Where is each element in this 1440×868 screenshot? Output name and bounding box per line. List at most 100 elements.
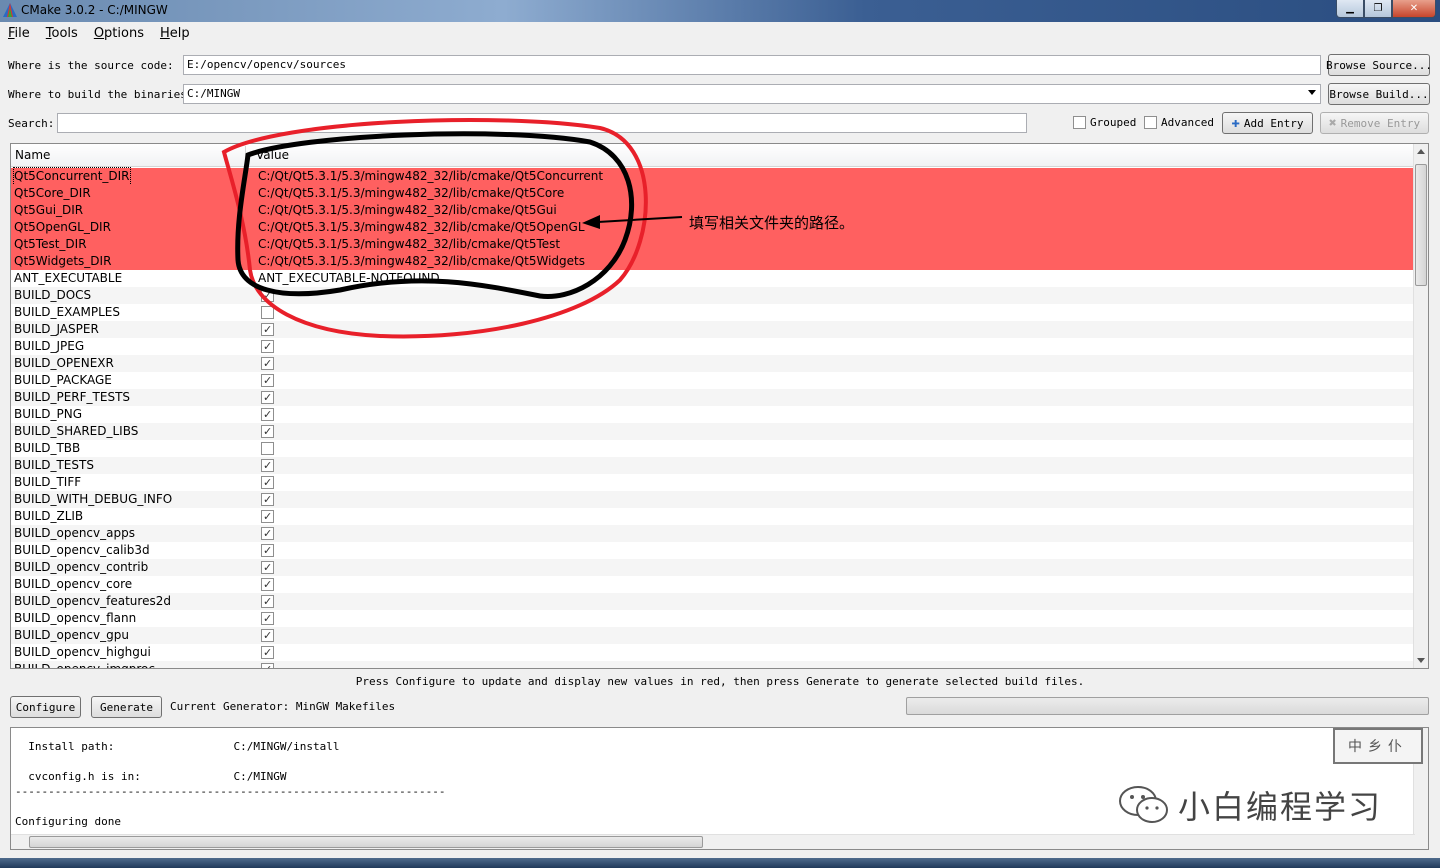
table-row[interactable]: BUILD_JPEG — [11, 338, 1415, 355]
entry-checkbox[interactable] — [261, 287, 274, 304]
table-row[interactable]: BUILD_TBB — [11, 440, 1415, 457]
maximize-button[interactable]: ❐ — [1364, 0, 1392, 18]
entry-checkbox[interactable] — [261, 610, 274, 627]
table-row[interactable]: BUILD_opencv_highgui — [11, 644, 1415, 661]
entry-value[interactable]: C:/Qt/Qt5.3.1/5.3/mingw482_32/lib/cmake/… — [258, 202, 557, 219]
scroll-up-icon[interactable] — [1417, 149, 1425, 154]
menu-file[interactable]: File — [8, 26, 30, 41]
browse-source-button[interactable]: Browse Source... — [1326, 54, 1432, 76]
entry-checkbox[interactable] — [261, 508, 274, 525]
entry-value[interactable]: C:/Qt/Qt5.3.1/5.3/mingw482_32/lib/cmake/… — [258, 185, 564, 202]
scroll-thumb[interactable] — [1415, 164, 1427, 286]
log-scroll-thumb[interactable] — [29, 836, 703, 848]
menu-help[interactable]: Help — [160, 26, 190, 41]
log-horizontal-scrollbar[interactable] — [11, 834, 1415, 849]
entry-value[interactable]: C:/Qt/Qt5.3.1/5.3/mingw482_32/lib/cmake/… — [258, 219, 585, 236]
entry-checkbox[interactable] — [261, 321, 274, 338]
table-row[interactable]: BUILD_ZLIB — [11, 508, 1415, 525]
column-divider[interactable] — [245, 146, 246, 164]
entry-name: BUILD_opencv_apps — [14, 526, 135, 540]
table-row[interactable]: Qt5Core_DIR C:/Qt/Qt5.3.1/5.3/mingw482_32… — [11, 185, 1415, 202]
entry-checkbox[interactable] — [261, 406, 274, 423]
table-row[interactable]: BUILD_PNG — [11, 406, 1415, 423]
entry-checkbox[interactable] — [261, 372, 274, 389]
progress-bar — [906, 697, 1429, 715]
advanced-check-box[interactable] — [1144, 116, 1157, 129]
column-name-header[interactable]: Name — [15, 148, 50, 162]
minimize-button[interactable]: ▁ — [1336, 0, 1364, 18]
column-value-header[interactable]: Value — [256, 148, 289, 162]
entry-checkbox[interactable] — [261, 576, 274, 593]
table-row[interactable]: Qt5Widgets_DIR C:/Qt/Qt5.3.1/5.3/mingw482… — [11, 253, 1415, 270]
grouped-check-box[interactable] — [1073, 116, 1086, 129]
entry-checkbox[interactable] — [261, 442, 274, 455]
menu-tools[interactable]: Tools — [46, 26, 78, 41]
search-input[interactable] — [57, 113, 1027, 133]
table-row[interactable]: BUILD_opencv_apps — [11, 525, 1415, 542]
entry-name: BUILD_JPEG — [14, 339, 85, 353]
table-row[interactable]: BUILD_TIFF — [11, 474, 1415, 491]
entry-value[interactable]: C:/Qt/Qt5.3.1/5.3/mingw482_32/lib/cmake/… — [258, 253, 585, 270]
close-button[interactable]: ✕ — [1392, 0, 1436, 18]
table-row[interactable]: BUILD_PACKAGE — [11, 372, 1415, 389]
table-row[interactable]: BUILD_OPENEXR — [11, 355, 1415, 372]
entry-checkbox[interactable] — [261, 338, 274, 355]
table-row[interactable]: Qt5Test_DIR C:/Qt/Qt5.3.1/5.3/mingw482_32… — [11, 236, 1415, 253]
build-path-combo[interactable]: C:/MINGW — [183, 84, 1321, 104]
grouped-label: Grouped — [1090, 116, 1137, 129]
entry-value[interactable]: ANT_EXECUTABLE-NOTFOUND — [258, 270, 440, 287]
configure-hint: Press Configure to update and display ne… — [355, 675, 1085, 688]
entry-checkbox[interactable] — [261, 423, 274, 440]
generate-button[interactable]: Generate — [91, 696, 162, 718]
table-row[interactable]: BUILD_DOCS — [11, 287, 1415, 304]
entry-value[interactable]: C:/Qt/Qt5.3.1/5.3/mingw482_32/lib/cmake/… — [258, 236, 560, 253]
table-row[interactable]: Qt5Concurrent_DIR C:/Qt/Qt5.3.1/5.3/mingw… — [11, 167, 1415, 186]
table-row[interactable]: BUILD_SHARED_LIBS — [11, 423, 1415, 440]
browse-build-button[interactable]: Browse Build... — [1328, 83, 1430, 105]
table-row[interactable]: ANT_EXECUTABLE ANT_EXECUTABLE-NOTFOUND — [11, 270, 1415, 287]
scroll-down-icon[interactable] — [1417, 658, 1425, 663]
advanced-checkbox[interactable]: Advanced — [1144, 116, 1214, 129]
entry-name: BUILD_WITH_DEBUG_INFO — [14, 492, 173, 506]
add-entry-label: Add Entry — [1243, 116, 1304, 130]
entry-checkbox[interactable] — [261, 661, 274, 668]
table-row[interactable]: BUILD_WITH_DEBUG_INFO — [11, 491, 1415, 508]
entry-checkbox[interactable] — [261, 389, 274, 406]
configure-button[interactable]: Configure — [10, 696, 81, 718]
remove-entry-button[interactable]: ✖ Remove Entry — [1320, 112, 1429, 134]
entry-checkbox[interactable] — [261, 542, 274, 559]
entry-checkbox[interactable] — [261, 593, 274, 610]
entry-name: Qt5Concurrent_DIR — [13, 167, 131, 186]
entry-checkbox[interactable] — [261, 491, 274, 508]
table-row[interactable]: BUILD_EXAMPLES — [11, 304, 1415, 321]
grouped-checkbox[interactable]: Grouped — [1073, 116, 1136, 129]
entry-checkbox[interactable] — [261, 627, 274, 644]
source-path-input[interactable]: E:/opencv/opencv/sources — [183, 55, 1321, 75]
entry-checkbox[interactable] — [261, 355, 274, 372]
dropdown-arrow-icon[interactable] — [1308, 90, 1316, 95]
entry-checkbox[interactable] — [261, 559, 274, 576]
remove-entry-label: Remove Entry — [1340, 116, 1421, 130]
entry-checkbox[interactable] — [261, 525, 274, 542]
minimize-icon: ▁ — [1346, 3, 1354, 14]
taskbar — [0, 858, 1440, 868]
table-row[interactable]: BUILD_opencv_calib3d — [11, 542, 1415, 559]
table-row[interactable]: BUILD_opencv_features2d — [11, 593, 1415, 610]
add-entry-button[interactable]: ✚ Add Entry — [1222, 112, 1313, 134]
table-row[interactable]: BUILD_opencv_contrib — [11, 559, 1415, 576]
entry-checkbox[interactable] — [261, 474, 274, 491]
table-row[interactable]: BUILD_JASPER — [11, 321, 1415, 338]
entry-checkbox[interactable] — [261, 644, 274, 661]
table-row[interactable]: BUILD_opencv_imgproc — [11, 661, 1415, 668]
table-row[interactable]: BUILD_opencv_core — [11, 576, 1415, 593]
table-row[interactable]: BUILD_PERF_TESTS — [11, 389, 1415, 406]
entry-checkbox[interactable] — [261, 457, 274, 474]
entry-name: BUILD_OPENEXR — [14, 356, 114, 370]
table-row[interactable]: BUILD_TESTS — [11, 457, 1415, 474]
table-vertical-scrollbar[interactable] — [1413, 144, 1428, 668]
table-row[interactable]: BUILD_opencv_gpu — [11, 627, 1415, 644]
table-row[interactable]: BUILD_opencv_flann — [11, 610, 1415, 627]
entry-checkbox[interactable] — [261, 306, 274, 319]
menu-options[interactable]: Options — [94, 26, 144, 41]
entry-value[interactable]: C:/Qt/Qt5.3.1/5.3/mingw482_32/lib/cmake/… — [258, 168, 603, 185]
